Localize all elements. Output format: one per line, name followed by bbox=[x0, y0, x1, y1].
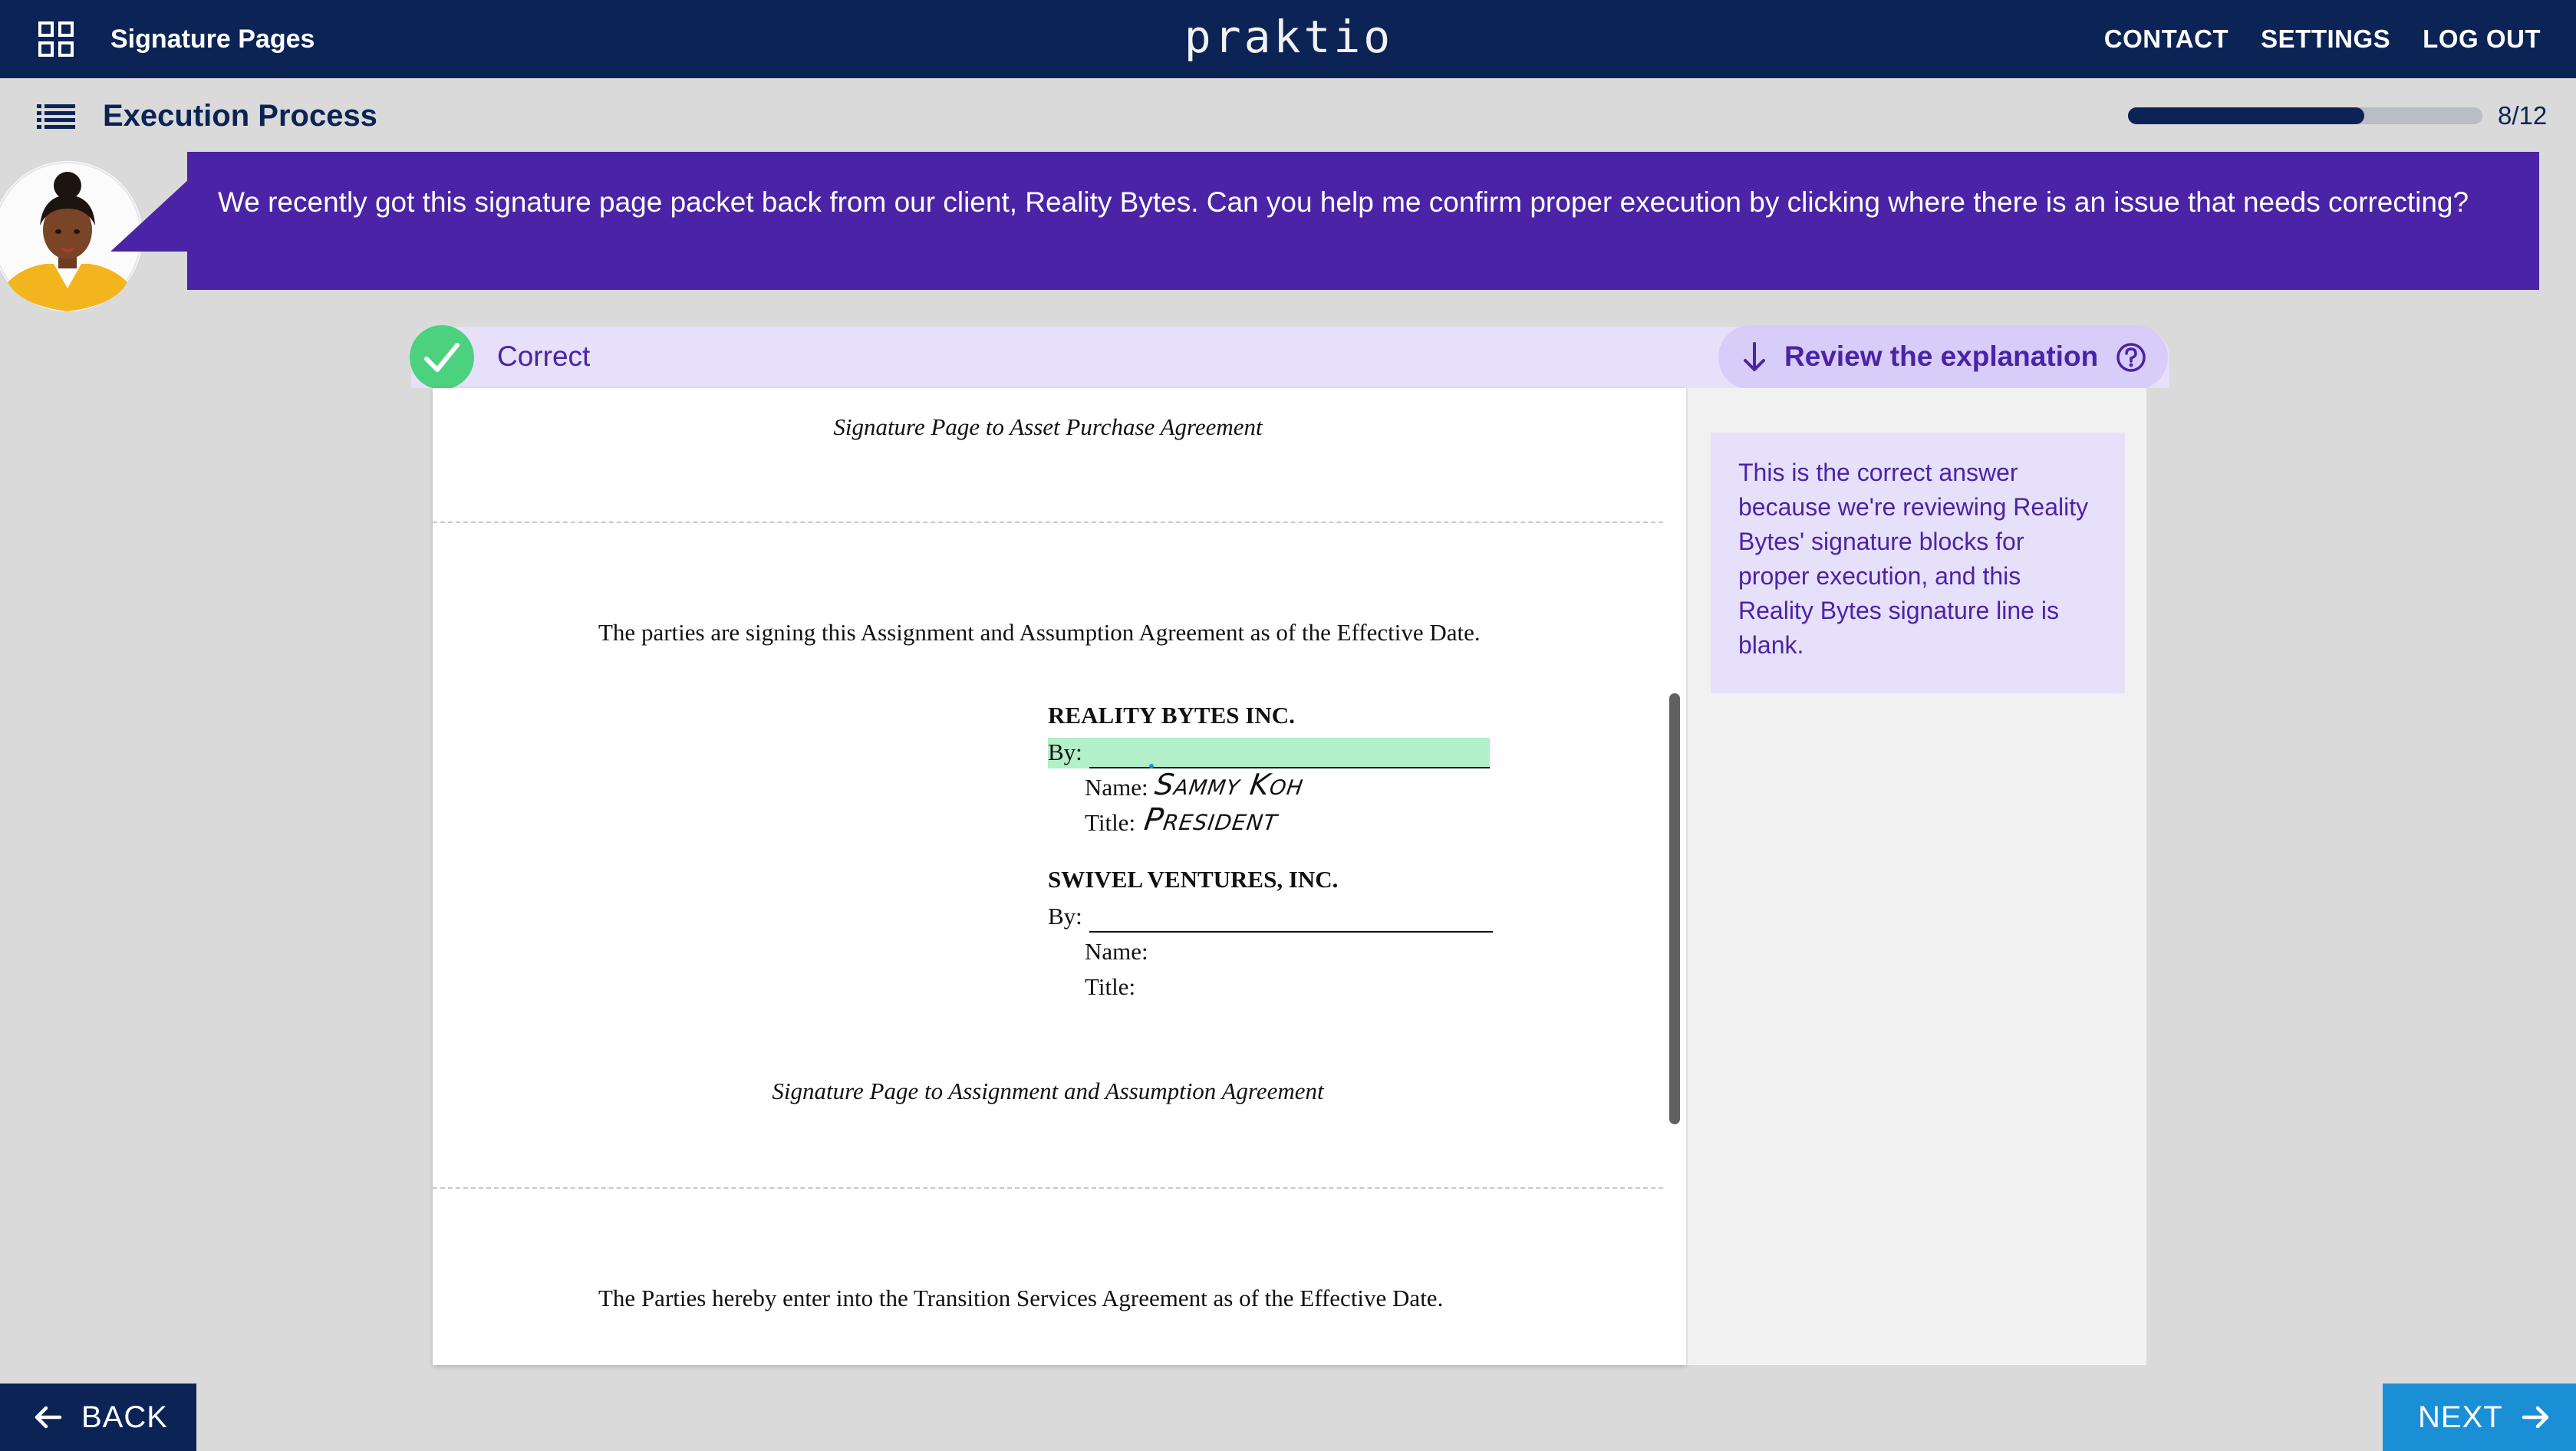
page-divider bbox=[433, 1187, 1663, 1189]
explanation-text: This is the correct answer because we're… bbox=[1711, 433, 2125, 693]
praktio-logo: praktio bbox=[1184, 11, 1394, 63]
page-title: Execution Process bbox=[103, 99, 377, 133]
progress-bar bbox=[2128, 107, 2482, 124]
signature-document: Signature Page to Asset Purchase Agreeme… bbox=[433, 388, 1686, 1365]
party2-name-label: Name: bbox=[1085, 938, 1148, 965]
party2-name: SWIVEL VENTURES, INC. bbox=[1048, 866, 1339, 893]
review-explanation-button[interactable]: Review the explanation bbox=[1718, 325, 2168, 390]
party1-name: REALITY BYTES INC. bbox=[1048, 702, 1295, 729]
next-label: NEXT bbox=[2418, 1400, 2503, 1434]
party1-title-handwritten: President bbox=[1141, 802, 1280, 837]
apps-grid-icon[interactable] bbox=[38, 21, 74, 57]
contact-link[interactable]: CONTACT bbox=[2104, 21, 2228, 57]
help-question-icon[interactable] bbox=[2114, 341, 2148, 374]
signature-line-highlight[interactable] bbox=[1048, 738, 1490, 768]
arrow-left-icon bbox=[35, 1406, 62, 1429]
party1-name-label: Name: bbox=[1085, 774, 1148, 801]
review-explanation-label: Review the explanation bbox=[1784, 341, 2099, 372]
document-scrollbar[interactable] bbox=[1669, 693, 1680, 1124]
party1-name-handwritten: Sammy Koh bbox=[1152, 768, 1306, 801]
agreement-intro: The parties are signing this Assignment … bbox=[598, 619, 1481, 646]
signature-page-caption: Signature Page to Assignment and Assumpt… bbox=[772, 1078, 1324, 1104]
top-bar: Signature Pages praktio CONTACT SETTINGS… bbox=[0, 0, 2576, 78]
party2-by-label: By: bbox=[1048, 903, 1082, 929]
next-agreement-intro: The Parties hereby enter into the Transi… bbox=[598, 1285, 1444, 1311]
party2-title-label: Title: bbox=[1085, 973, 1136, 1000]
arrow-right-icon bbox=[2522, 1406, 2549, 1429]
party1-by-label: By: bbox=[1048, 739, 1082, 765]
prompt-speech-bubble: We recently got this signature page pack… bbox=[187, 152, 2539, 290]
page-divider bbox=[433, 522, 1663, 523]
explanation-panel: This is the correct answer because we're… bbox=[1686, 388, 2146, 1365]
menu-list-icon[interactable] bbox=[37, 103, 75, 130]
speech-bubble-tail bbox=[110, 178, 190, 252]
party1-title-label: Title: bbox=[1085, 809, 1136, 836]
party2-signature-line[interactable] bbox=[1089, 931, 1493, 933]
cursor-mark bbox=[1149, 764, 1154, 768]
progress-fill bbox=[2128, 107, 2365, 124]
app-name: Signature Pages bbox=[110, 25, 315, 54]
settings-link[interactable]: SETTINGS bbox=[2261, 21, 2390, 57]
progress-count: 8/12 bbox=[2498, 101, 2548, 130]
arrow-down-icon bbox=[1744, 342, 1765, 371]
logout-link[interactable]: LOG OUT bbox=[2423, 21, 2541, 57]
result-status: Correct bbox=[497, 341, 591, 372]
back-label: BACK bbox=[81, 1400, 168, 1434]
correct-check-icon bbox=[410, 325, 474, 390]
next-button[interactable]: NEXT bbox=[2383, 1384, 2576, 1451]
back-button[interactable]: BACK bbox=[0, 1384, 196, 1451]
top-nav: CONTACT SETTINGS LOG OUT bbox=[2104, 21, 2541, 57]
previous-page-caption: Signature Page to Asset Purchase Agreeme… bbox=[833, 413, 1263, 440]
